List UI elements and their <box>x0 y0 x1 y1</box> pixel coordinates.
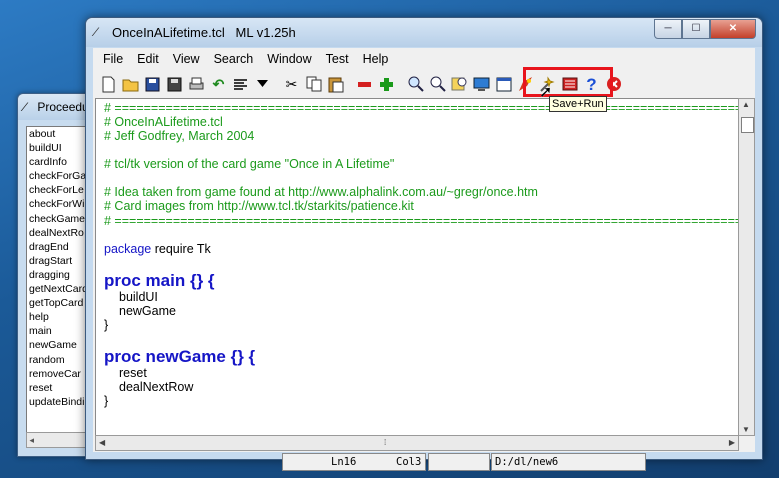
code-editor[interactable]: # ======================================… <box>95 98 739 436</box>
print-icon[interactable] <box>186 74 207 95</box>
menu-bar: File Edit View Search Window Test Help <box>93 48 755 70</box>
code-line: } <box>104 317 109 332</box>
status-mode <box>428 453 490 471</box>
plus-icon[interactable] <box>376 74 397 95</box>
code-line: # tcl/tk version of the card game "Once … <box>104 157 395 172</box>
menu-view[interactable]: View <box>166 52 207 66</box>
code-line: buildUI <box>119 289 158 304</box>
menu-file[interactable]: File <box>96 52 130 66</box>
status-position: Ln16 Col3 <box>282 453 426 471</box>
code-line: # Card images from http://www.tcl.tk/sta… <box>104 199 414 214</box>
find-icon[interactable] <box>405 74 426 95</box>
feather-icon: ⁄ <box>24 100 27 114</box>
code-line: proc main {} { <box>104 270 215 290</box>
scroll-left-icon[interactable]: ◀ <box>99 438 105 447</box>
paste-icon[interactable] <box>325 74 346 95</box>
window-title: OnceInALifetime.tcl ML v1.25h <box>112 25 296 40</box>
status-line: Ln16 <box>331 456 357 468</box>
code-keyword: package <box>104 241 152 256</box>
code-line: proc newGame {} { <box>104 347 256 367</box>
code-line: reset <box>119 366 147 381</box>
scroll-up-icon[interactable]: ▲ <box>742 100 750 109</box>
new-file-icon[interactable] <box>98 74 119 95</box>
code-line: # Jeff Godfrey, March 2004 <box>104 129 255 144</box>
save-all-icon[interactable] <box>164 74 185 95</box>
menu-test[interactable]: Test <box>319 52 356 66</box>
minimize-button[interactable]: ─ <box>654 19 682 39</box>
console-icon[interactable] <box>471 74 492 95</box>
window-client: File Edit View Search Window Test Help ↶ ✂ <box>93 48 755 471</box>
save-run-tooltip: Save+Run <box>549 96 607 112</box>
toolbar: ↶ ✂ ? <box>93 71 760 97</box>
code-line: newGame <box>119 303 176 318</box>
editor-hscrollbar[interactable]: ◀ ⁞ ▶ <box>95 435 739 451</box>
code-line: # ======================================… <box>104 213 739 228</box>
maximize-button[interactable]: ☐ <box>682 19 710 39</box>
scroll-right-icon[interactable]: ▶ <box>729 438 735 447</box>
status-bar: Ln16 Col3 D:/dl/new6 <box>93 452 755 472</box>
cut-icon[interactable]: ✂ <box>281 74 302 95</box>
code-line: dealNextRow <box>119 380 194 395</box>
code-line: package require Tk <box>104 242 738 256</box>
code-line: # Idea taken from game found at http://w… <box>104 185 538 200</box>
vscroll-thumb[interactable] <box>741 117 754 133</box>
menu-help[interactable]: Help <box>356 52 396 66</box>
code-line: # ======================================… <box>104 101 739 115</box>
editor-vscrollbar[interactable]: ▲ ▼ <box>738 98 755 436</box>
code-line: # OnceInALifetime.tcl <box>104 115 223 130</box>
window-titlebar[interactable]: ⁄ OnceInALifetime.tcl ML v1.25h ─ ☐ ✕ <box>86 18 762 47</box>
code-line: } <box>104 394 109 409</box>
dropdown-arrow-icon[interactable] <box>252 74 273 95</box>
window-icon[interactable] <box>493 74 514 95</box>
save-run-highlight <box>523 67 613 97</box>
code-text: require Tk <box>151 241 211 256</box>
open-folder-icon[interactable] <box>120 74 141 95</box>
save-icon[interactable] <box>142 74 163 95</box>
menu-window[interactable]: Window <box>260 52 318 66</box>
close-button[interactable]: ✕ <box>710 19 756 39</box>
editor-window: ⁄ OnceInALifetime.tcl ML v1.25h ─ ☐ ✕ Fi… <box>85 17 763 471</box>
hscroll-grip[interactable]: ⁞ <box>384 438 386 447</box>
minus-icon[interactable] <box>354 74 375 95</box>
format-icon[interactable] <box>230 74 251 95</box>
find-replace-icon[interactable] <box>427 74 448 95</box>
menu-edit[interactable]: Edit <box>130 52 166 66</box>
feather-icon: ⁄ <box>95 25 98 39</box>
copy-icon[interactable] <box>303 74 324 95</box>
status-col: Col3 <box>396 456 422 468</box>
scroll-down-icon[interactable]: ▼ <box>742 425 750 434</box>
menu-search[interactable]: Search <box>207 52 261 66</box>
undo-icon[interactable]: ↶ <box>208 74 229 95</box>
status-path: D:/dl/new6 <box>491 453 646 471</box>
goto-icon[interactable] <box>449 74 470 95</box>
